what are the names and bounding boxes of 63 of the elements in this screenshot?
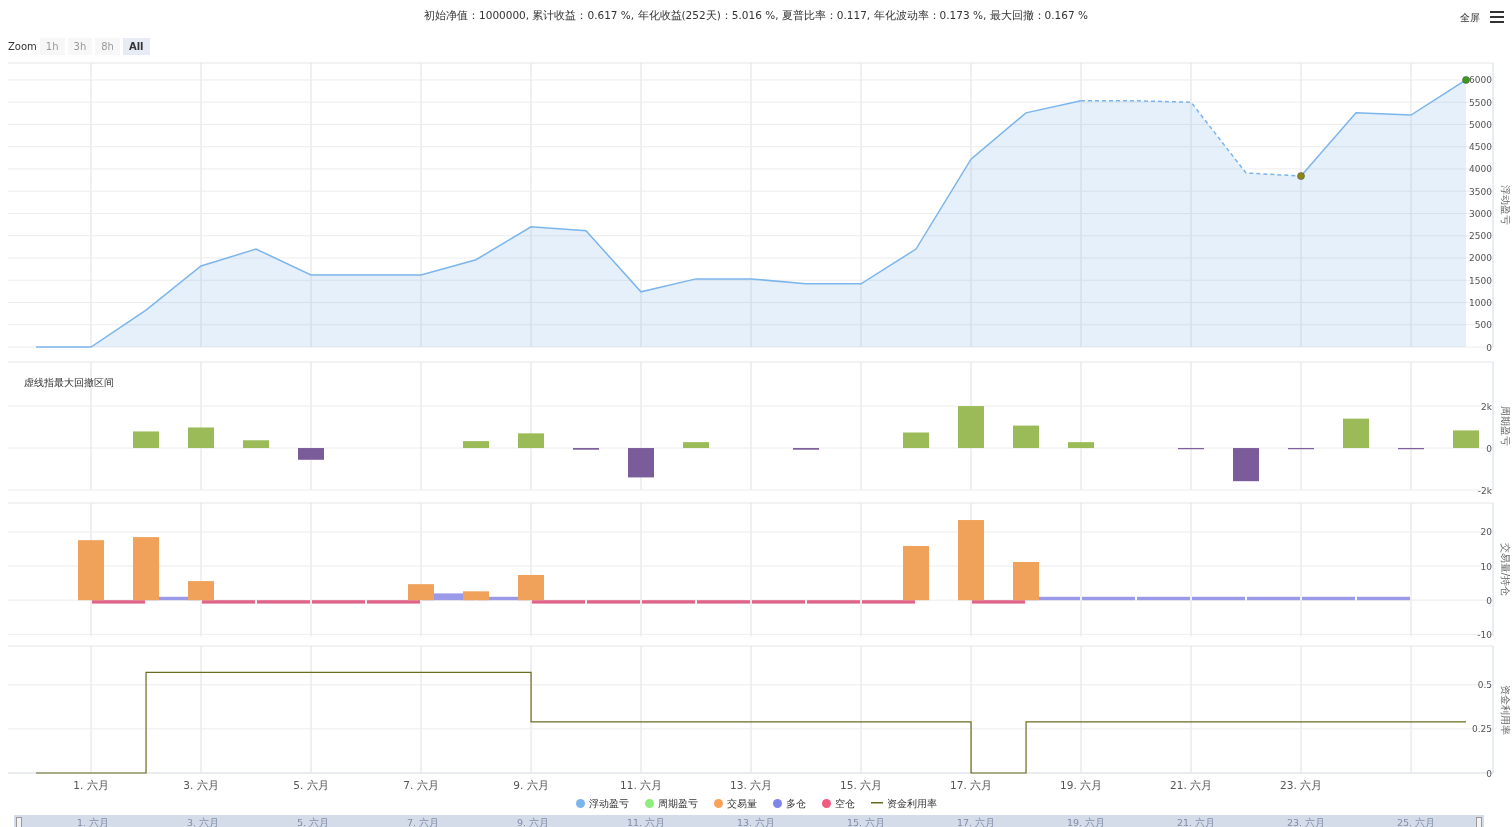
axis-label: 9. 六月 [513,779,549,791]
axis-label: 3. 六月 [183,779,219,791]
navigator-label: 17. 六月 [957,816,996,827]
fullscreen-button[interactable]: 全屏 [1460,10,1480,25]
navigator-label: 1. 六月 [77,816,110,827]
axis-label: 13. 六月 [730,779,773,791]
navigator-label: 15. 六月 [847,816,886,827]
legend-item[interactable]: 交易量 [726,795,757,811]
legend-item[interactable]: 空仓 [834,795,855,811]
legend-item[interactable]: 周期盈亏 [657,795,698,811]
axis-label: 5500 [1469,97,1492,108]
axis-label: 19. 六月 [1060,779,1103,791]
axis-label: -2k [1477,485,1492,496]
chart-title: 初始净值：1000000, 累计收益：0.617 %, 年化收益(252天)：5.016 %, 夏普比率：0.117, 年化波动率：0.173 %, 最大回撤：0.167 % [424,8,1088,23]
navigator-label: 3. 六月 [187,816,220,827]
axis-label: 7. 六月 [403,779,439,791]
axis-label: 4500 [1469,142,1492,153]
axis-title: 资金利用率 [1500,684,1511,735]
axis-label: 3000 [1469,208,1492,219]
navigator-label: 7. 六月 [407,816,440,827]
axis-label: 0 [1486,443,1492,454]
axis-label: 17. 六月 [950,779,993,791]
navigator-label: 13. 六月 [737,816,776,827]
axis-label: 0 [1486,768,1492,779]
navigator-label: 11. 六月 [627,816,666,827]
axis-label: 5. 六月 [293,779,329,791]
legend-item[interactable]: 资金利用率 [886,795,937,811]
axis-label: 1. 六月 [73,779,109,791]
axis-title: 浮动盈亏 [1500,185,1511,225]
axis-label: 6000 [1469,75,1492,86]
legend-item[interactable]: 浮动盈亏 [588,795,629,811]
navigator-label: 21. 六月 [1177,816,1216,827]
axis-label: 0.5 [1477,680,1492,691]
axis-label: 15. 六月 [840,779,883,791]
axis-label: 21. 六月 [1170,779,1213,791]
axis-label: -10 [1477,629,1492,640]
axis-label: 3500 [1469,186,1492,197]
axis-label: 0 [1486,342,1492,353]
axis-label: 2k [1481,401,1492,412]
zoom-label: Zoom [8,39,37,54]
axis-label: 0.25 [1471,724,1492,735]
navigator-label: 5. 六月 [297,816,330,827]
legend-item[interactable]: 多仓 [785,795,806,811]
navigator-label: 19. 六月 [1067,816,1106,827]
axis-title: 交易量/持仓 [1500,542,1511,597]
navigator-label: 23. 六月 [1287,816,1326,827]
navigator-label: 25. 六月 [1397,816,1436,827]
axis-label: 1500 [1469,275,1492,286]
axis-label: 11. 六月 [620,779,663,791]
axis-label: 10 [1480,561,1492,572]
axis-label: 23. 六月 [1280,779,1323,791]
chart-note: 虚线指最大回撤区间 [24,377,114,388]
axis-label: 2000 [1469,253,1492,264]
axis-label: 5000 [1469,119,1492,130]
axis-label: 0 [1486,595,1492,606]
axis-label: 20 [1480,527,1492,538]
axis-label: 4000 [1469,164,1492,175]
axis-label: 2500 [1469,231,1492,242]
zoom-button[interactable]: All [122,37,150,55]
axis-title: 周期盈亏 [1500,406,1511,446]
navigator-label: 9. 六月 [517,816,550,827]
axis-label: 500 [1474,320,1492,331]
axis-label: 1000 [1469,298,1492,308]
